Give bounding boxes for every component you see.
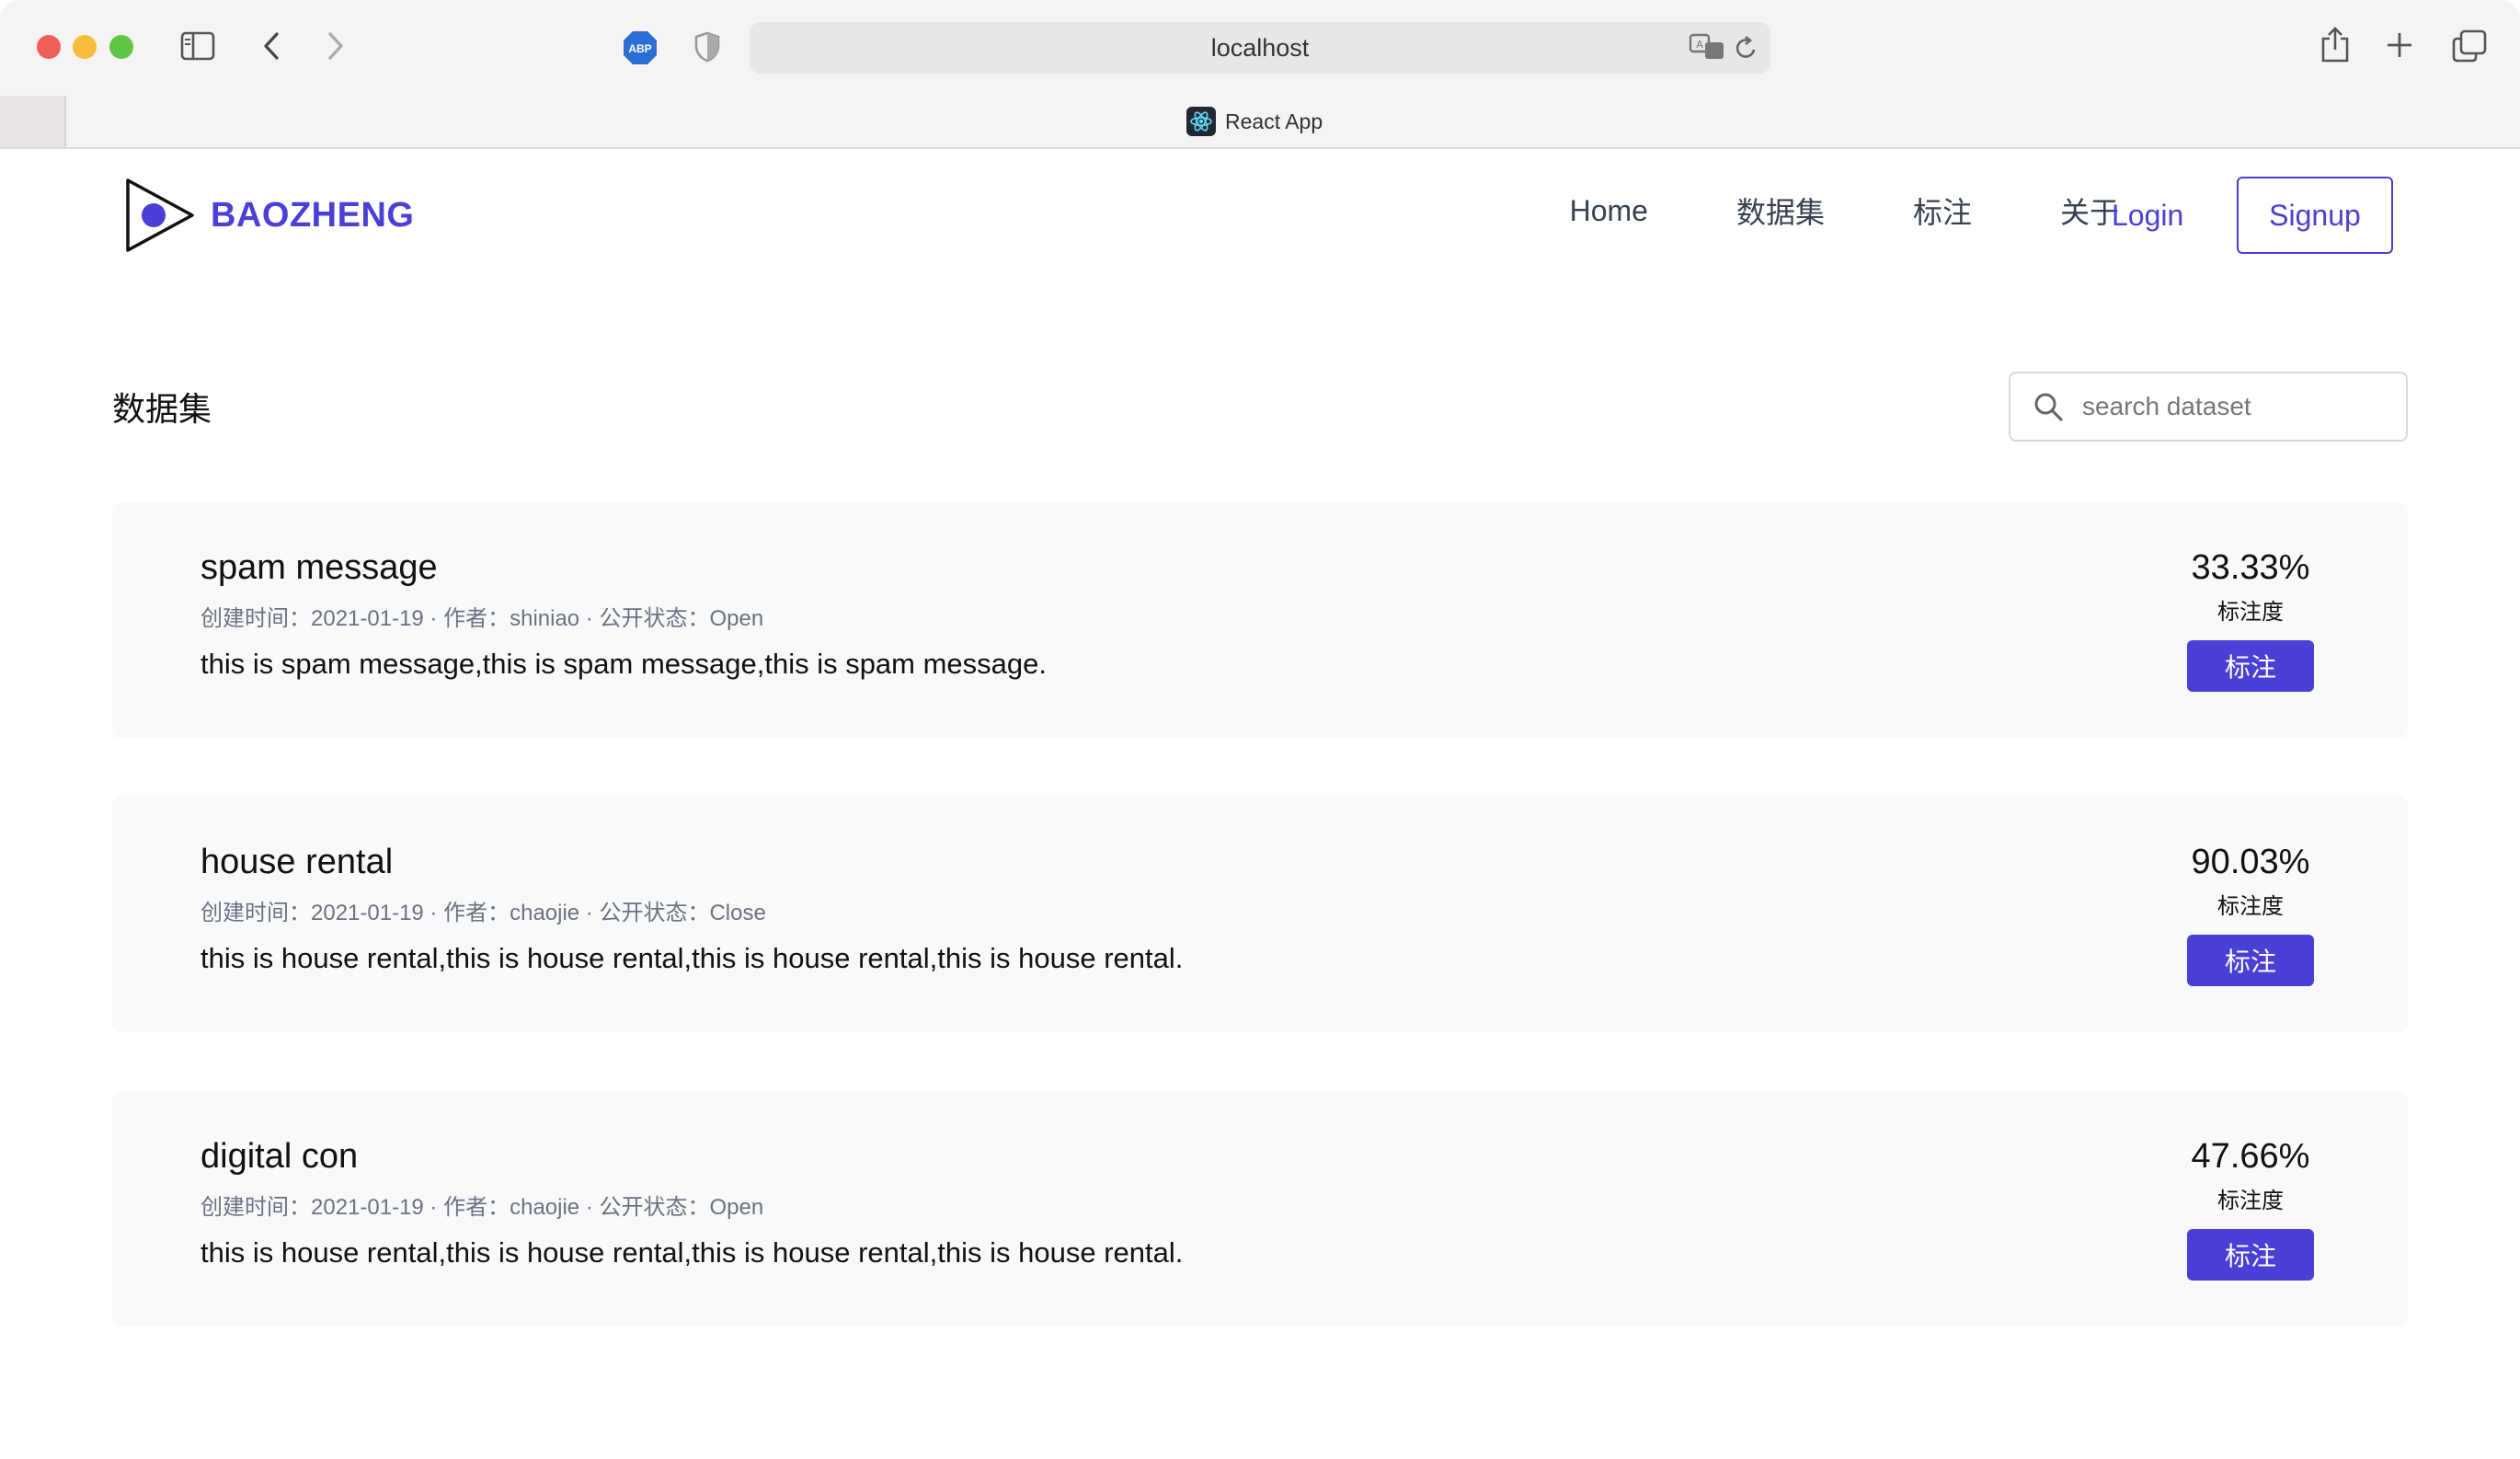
minimize-window-button[interactable] [73, 35, 97, 59]
url-text: localhost [1210, 33, 1310, 62]
annotate-button[interactable]: 标注 [2187, 640, 2314, 692]
dataset-meta: 创建时间：2021-01-19 · 作者：shiniao · 公开状态：Open [200, 606, 764, 631]
dataset-progress-panel: 90.03% 标注度 标注 [2182, 843, 2320, 986]
search-input[interactable] [2082, 392, 2386, 421]
dataset-progress-panel: 33.33% 标注度 标注 [2182, 548, 2320, 692]
dataset-name[interactable]: house rental [200, 843, 393, 882]
annotation-label: 标注度 [2217, 1189, 2284, 1213]
dataset-description: this is spam message,this is spam messag… [200, 648, 1048, 680]
nav-annotate[interactable]: 标注 [1913, 190, 1972, 232]
login-link[interactable]: Login [2112, 199, 2183, 233]
address-bar[interactable]: localhost [750, 22, 1770, 74]
dataset-description: this is house rental,this is house renta… [200, 942, 1184, 974]
page-title: 数据集 [112, 390, 212, 428]
tab-react-app[interactable]: React App [1186, 103, 1323, 140]
dataset-card[interactable]: house rental 创建时间：2021-01-19 · 作者：chaoji… [112, 797, 2408, 1032]
annotation-percentage: 33.33% [2191, 548, 2310, 587]
translate-icon[interactable]: A [1689, 33, 1725, 61]
dataset-meta: 创建时间：2021-01-19 · 作者：chaojie · 公开状态：Clos… [200, 901, 766, 925]
search-icon [2034, 393, 2063, 421]
back-icon[interactable] [261, 31, 281, 61]
tab-title: React App [1225, 109, 1323, 133]
browser-titlebar: ABP localhost A [0, 0, 2520, 96]
nav-about[interactable]: 关于 [2060, 190, 2119, 232]
zoom-window-button[interactable] [109, 35, 133, 59]
sidebar-icon[interactable] [180, 31, 215, 61]
play-logo-icon [126, 178, 194, 252]
tab-bar: React App [0, 96, 2520, 149]
tabs-overview-icon[interactable] [2452, 29, 2487, 63]
nav-home[interactable]: Home [1570, 194, 1648, 228]
forward-icon[interactable] [326, 31, 346, 61]
dataset-name[interactable]: digital con [200, 1137, 358, 1177]
nav-datasets[interactable]: 数据集 [1736, 190, 1825, 232]
browser-window: ABP localhost A React App BAOZHENG Home … [0, 0, 2520, 1459]
dataset-meta: 创建时间：2021-01-19 · 作者：chaojie · 公开状态：Open [200, 1195, 764, 1220]
annotation-percentage: 47.66% [2191, 1137, 2310, 1176]
search-box[interactable] [2009, 372, 2408, 442]
nav-links: Home 数据集 标注 关于 [1570, 190, 2119, 232]
top-navbar: BAOZHENG Home 数据集 标注 关于 Login Signup [0, 149, 2520, 269]
annotate-button[interactable]: 标注 [2187, 935, 2314, 986]
brand-logo[interactable]: BAOZHENG [124, 177, 414, 254]
annotate-button[interactable]: 标注 [2187, 1229, 2314, 1281]
dataset-progress-panel: 47.66% 标注度 标注 [2182, 1137, 2320, 1281]
svg-text:A: A [1696, 39, 1703, 51]
tab-inactive[interactable] [0, 96, 66, 147]
adblock-icon[interactable]: ABP [622, 29, 659, 66]
annotation-label: 标注度 [2217, 600, 2284, 625]
brand-name: BAOZHENG [211, 195, 415, 235]
shield-icon[interactable] [693, 31, 721, 63]
share-icon[interactable] [2320, 26, 2351, 64]
app-content: BAOZHENG Home 数据集 标注 关于 Login Signup 数据集… [0, 149, 2520, 1459]
reload-icon[interactable] [1735, 35, 1758, 61]
dataset-card[interactable]: spam message 创建时间：2021-01-19 · 作者：shinia… [112, 502, 2408, 738]
annotation-label: 标注度 [2217, 894, 2284, 919]
annotation-percentage: 90.03% [2191, 843, 2310, 881]
dataset-name[interactable]: spam message [200, 548, 438, 588]
close-window-button[interactable] [37, 35, 61, 59]
new-tab-icon[interactable] [2386, 31, 2413, 59]
dataset-card[interactable]: digital con 创建时间：2021-01-19 · 作者：chaojie… [112, 1091, 2408, 1327]
signup-button[interactable]: Signup [2237, 177, 2393, 254]
svg-text:ABP: ABP [628, 42, 651, 55]
dataset-description: this is house rental,this is house renta… [200, 1236, 1184, 1269]
react-icon [1186, 107, 1216, 136]
